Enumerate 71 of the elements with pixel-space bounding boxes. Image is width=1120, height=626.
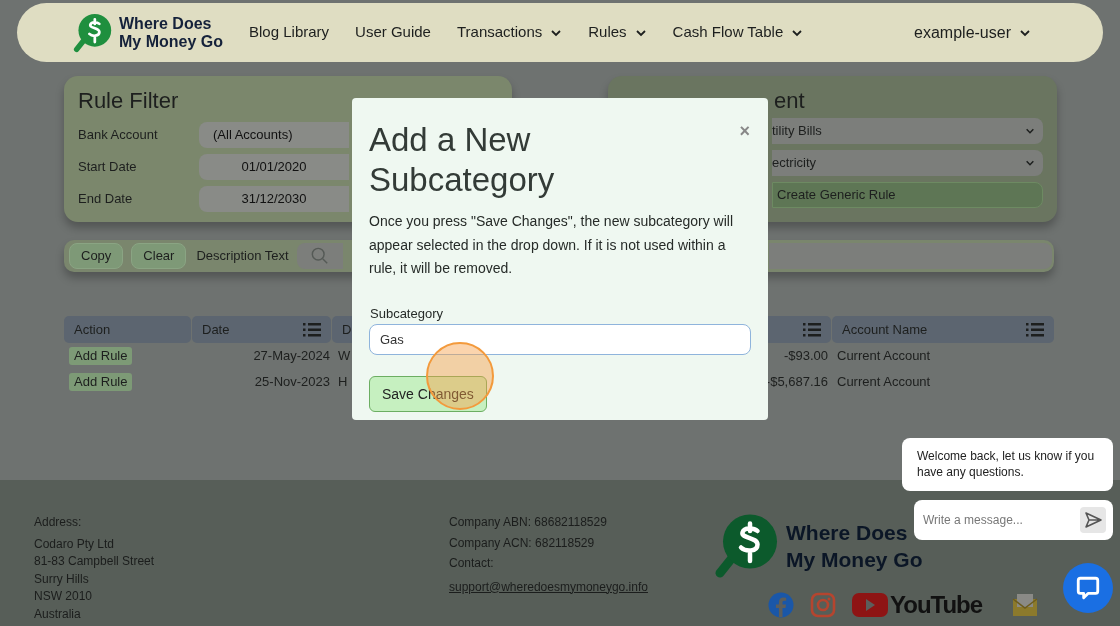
footer-text: NSW 2010	[34, 588, 94, 605]
search-icon	[310, 247, 329, 265]
brand-name[interactable]: Where Does	[119, 14, 223, 33]
add-rule-button[interactable]: Add Rule	[69, 347, 133, 366]
message-field[interactable]: Write a message...	[914, 500, 1113, 540]
header-label: D	[342, 320, 352, 339]
table-cell-text: Current Account	[836, 347, 932, 366]
field-label: Subcategory	[369, 304, 444, 323]
send-icon[interactable]	[1080, 507, 1106, 533]
column-header[interactable]: Date	[192, 316, 331, 343]
footer-text: Company ACN: 682118529	[449, 534, 596, 552]
mail-icon[interactable]	[1012, 592, 1039, 618]
chat-message: Welcome back, let us know if you have any questions.	[902, 438, 1113, 491]
column-header[interactable]: Action	[64, 316, 191, 343]
footer-text: Surry Hills	[34, 570, 90, 588]
field-label: End Date	[78, 190, 134, 209]
nav-item[interactable]: Rules	[588, 21, 647, 44]
toolbar-button[interactable]: Clear	[131, 243, 187, 269]
footer-text: 81-83 Campbell Street	[34, 553, 155, 570]
footer-text: Address:	[34, 514, 83, 531]
table-cell: W	[338, 348, 351, 364]
brand-name: Where Does	[786, 520, 909, 546]
modal-text: Once you press "Save Changes", the new subcategory will appear selected in the drop down. If it is not used within a rule, it will be removed.	[369, 212, 735, 278]
logo-icon[interactable]	[73, 12, 113, 53]
toolbar-label: Description Text	[196, 247, 289, 266]
footer-text: Contact:	[449, 555, 495, 572]
save-button[interactable]: Save Changes	[369, 376, 487, 412]
panel-title: Rule Filter	[78, 88, 180, 114]
youtube-wordmark[interactable]: YouTube	[890, 592, 983, 618]
column-header[interactable]: Account Name	[832, 316, 1054, 343]
list-icon[interactable]	[1026, 322, 1044, 337]
chevron-down-icon	[1025, 158, 1035, 168]
field-label: Start Date	[78, 158, 138, 177]
table-cell-text: -$93.00	[782, 347, 829, 366]
footer-text: Australia	[34, 605, 82, 623]
brand-name[interactable]: My Money Go	[119, 32, 223, 51]
toolbar-button[interactable]: Copy	[69, 243, 124, 269]
table-cell-text: 25-Nov-2023	[253, 373, 331, 392]
create-rule-button[interactable]: Create Generic Rule	[772, 182, 1043, 208]
list-icon[interactable]	[803, 322, 821, 337]
modal-title: Add a New Subcategory	[369, 120, 556, 200]
table-cell-text: Current Account	[836, 373, 932, 392]
header-label: Account Name	[842, 320, 928, 339]
nav-item[interactable]: Blog Library	[249, 21, 330, 44]
list-icon[interactable]	[303, 322, 321, 337]
nav-item[interactable]: User Guide	[355, 21, 431, 44]
input-field[interactable]: (All Accounts)	[199, 122, 349, 148]
footer-text: Company ABN: 68682118529	[449, 514, 608, 531]
field-label: Bank Account	[78, 126, 159, 145]
logo-icon	[714, 513, 780, 579]
header-label: Action	[74, 320, 111, 339]
nav-item[interactable]: example-user	[914, 20, 1031, 45]
header-label: Date	[202, 320, 230, 339]
nav-item[interactable]: Cash Flow Table	[672, 21, 804, 44]
close-button[interactable]: ×	[739, 122, 750, 140]
table-cell-text: 27-May-2024	[252, 347, 331, 366]
input-field[interactable]: 01/01/2020	[199, 154, 349, 180]
table-cell-text: -$5,687.16	[764, 373, 829, 392]
nav-item[interactable]: Transactions	[456, 21, 563, 44]
table-cell: H	[338, 374, 348, 390]
chevron-down-icon	[1025, 126, 1035, 136]
input-field[interactable]: 31/12/2030	[199, 186, 349, 212]
chat-icon	[1075, 575, 1101, 601]
dropdown[interactable]: ectricity	[772, 150, 1043, 176]
footer-text: Codaro Pty Ltd	[34, 535, 116, 553]
panel-title: ent	[773, 88, 806, 114]
dropdown[interactable]: tility Bills	[772, 118, 1043, 144]
add-rule-button[interactable]: Add Rule	[69, 373, 133, 392]
search-field[interactable]	[296, 243, 343, 269]
input-field[interactable]: Gas	[369, 324, 751, 355]
brand-name: My Money Go	[786, 547, 923, 573]
